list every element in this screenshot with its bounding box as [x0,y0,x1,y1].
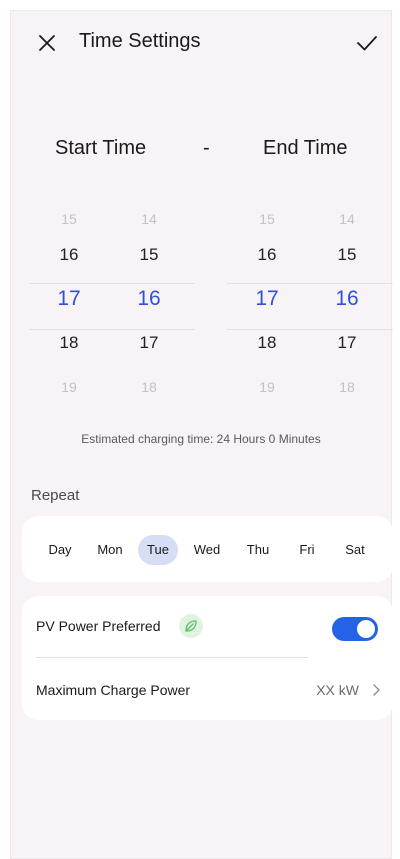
start-hour-option[interactable]: 19 [39,375,99,419]
repeat-day-selector: Day Mon Tue Wed Thu Fri Sat [22,516,393,582]
end-minute-option[interactable]: 18 [317,375,377,419]
repeat-day-thu[interactable]: Thu [236,535,280,565]
start-minute-option[interactable]: 14 [119,207,179,243]
repeat-day-wed[interactable]: Wed [185,535,229,565]
repeat-day-tue[interactable]: Tue [138,535,178,565]
start-minute-wheel[interactable]: 14 15 16 17 18 [119,207,179,419]
time-settings-screen: Time Settings Start Time - End Time 15 1… [10,10,393,859]
start-hour-selected[interactable]: 17 [39,287,99,331]
repeat-day-day[interactable]: Day [38,535,82,565]
end-time-picker[interactable]: 15 16 17 18 19 14 15 16 17 18 [227,207,393,407]
start-hour-option[interactable]: 16 [39,243,99,287]
estimated-charging-time: Estimated charging time: 24 Hours 0 Minu… [81,432,321,446]
start-minute-option[interactable]: 17 [119,331,179,375]
start-minute-option[interactable]: 18 [119,375,179,419]
end-minute-option[interactable]: 14 [317,207,377,243]
end-hour-option[interactable]: 15 [237,207,297,243]
start-minute-option[interactable]: 15 [119,243,179,287]
start-hour-wheel[interactable]: 15 16 17 18 19 [39,207,99,419]
repeat-day-sat[interactable]: Sat [333,535,377,565]
start-hour-option[interactable]: 15 [39,207,99,243]
end-hour-option[interactable]: 18 [237,331,297,375]
repeat-day-fri[interactable]: Fri [287,535,327,565]
header: Time Settings [11,11,391,75]
end-hour-option[interactable]: 16 [237,243,297,287]
divider [36,657,308,658]
chevron-right-icon [373,684,380,696]
check-icon [357,36,377,51]
time-separator: - [203,137,210,159]
maximum-charge-power-value: XX kW [316,682,359,698]
end-minute-selected[interactable]: 16 [317,287,377,331]
end-hour-wheel[interactable]: 15 16 17 18 19 [237,207,297,419]
end-time-label: End Time [263,137,348,159]
end-minute-option[interactable]: 17 [317,331,377,375]
end-minute-wheel[interactable]: 14 15 16 17 18 [317,207,377,419]
toggle-knob [357,620,375,638]
end-minute-option[interactable]: 15 [317,243,377,287]
end-hour-option[interactable]: 19 [237,375,297,419]
leaf-icon-svg [185,620,197,632]
confirm-button[interactable] [355,31,379,55]
charging-settings-card: PV Power Preferred Maximum Charge Power … [22,596,393,720]
start-time-picker[interactable]: 15 16 17 18 19 14 15 16 17 18 [29,207,195,407]
end-hour-selected[interactable]: 17 [237,287,297,331]
start-hour-option[interactable]: 18 [39,331,99,375]
start-minute-selected[interactable]: 16 [119,287,179,331]
repeat-day-mon[interactable]: Mon [88,535,132,565]
close-button[interactable] [35,31,59,55]
maximum-charge-power-label: Maximum Charge Power [36,682,191,698]
close-icon [39,35,55,51]
leaf-icon [179,614,203,638]
page-title: Time Settings [79,30,201,52]
repeat-section-title: Repeat [31,487,80,504]
pv-power-preferred-toggle[interactable] [332,617,378,641]
start-time-label: Start Time [55,137,147,159]
pv-power-preferred-label: PV Power Preferred [36,618,161,634]
